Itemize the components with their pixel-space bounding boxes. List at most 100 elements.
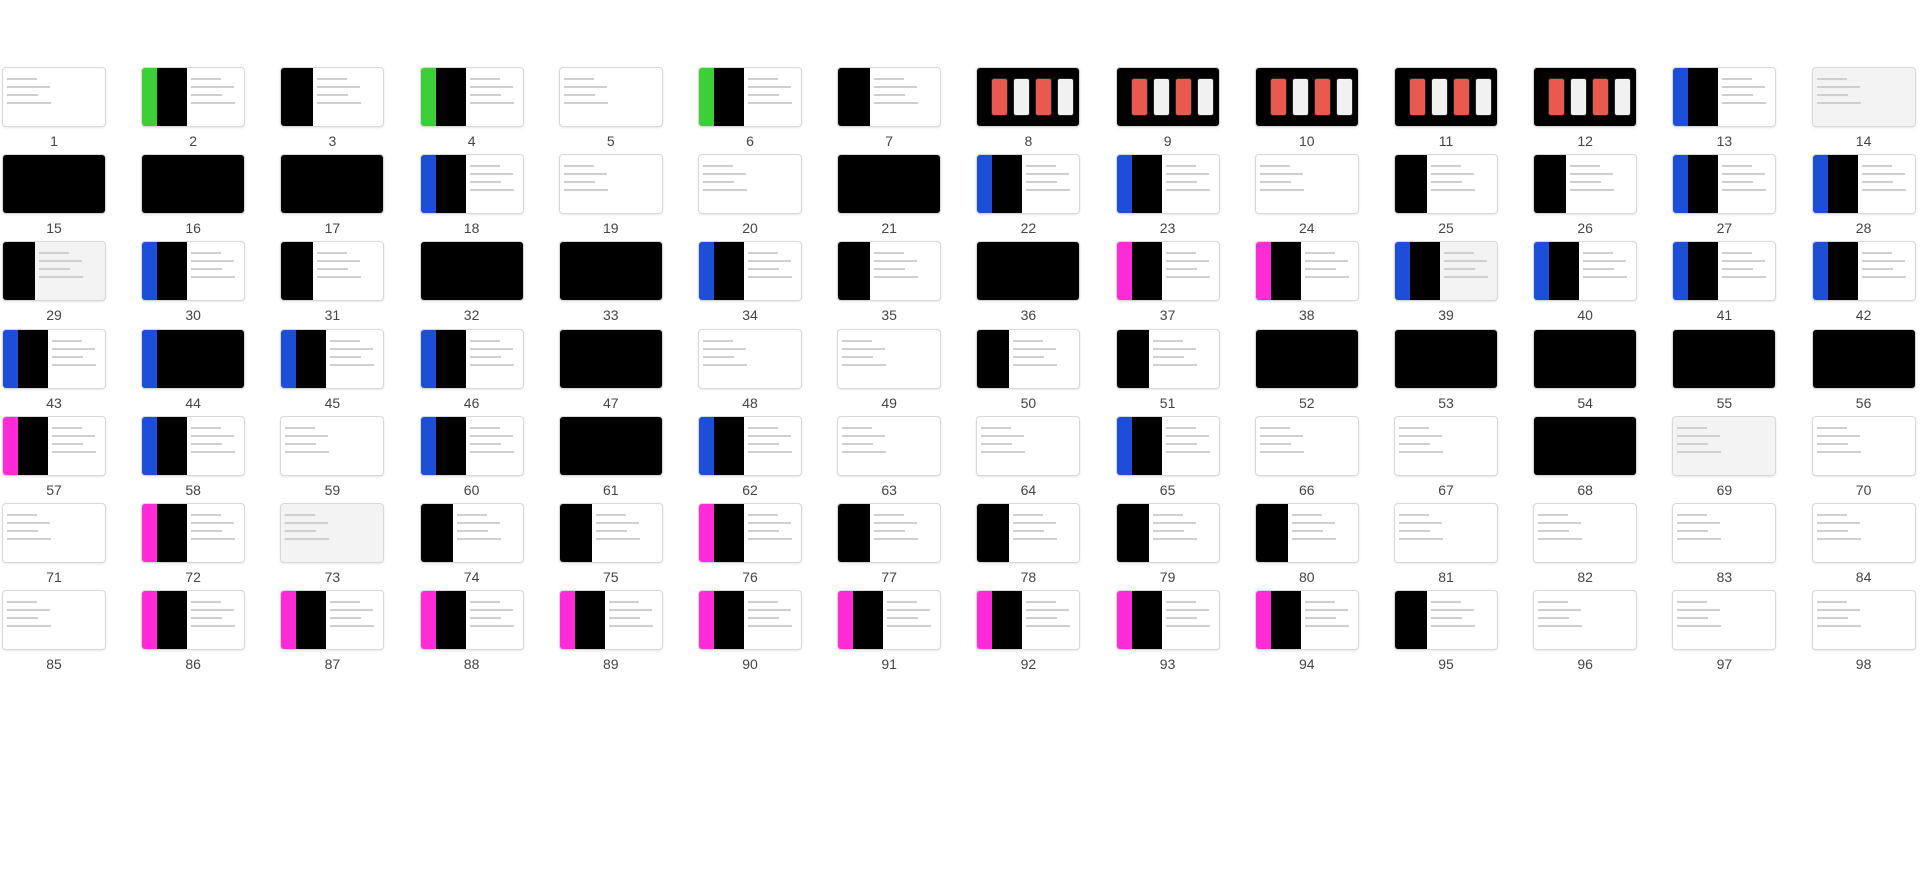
slide-thumbnail[interactable] [1116, 591, 1219, 650]
slide-item[interactable]: 97 [1670, 591, 1778, 681]
slide-thumbnail[interactable] [1116, 329, 1219, 388]
slide-item[interactable]: 56 [1810, 329, 1918, 420]
slide-item[interactable]: 98 [1810, 591, 1918, 681]
slide-thumbnail[interactable] [1255, 416, 1358, 475]
slide-item[interactable]: 27 [1670, 155, 1778, 245]
slide-thumbnail[interactable] [1116, 155, 1219, 214]
slide-item[interactable]: 89 [557, 591, 665, 681]
slide-item[interactable]: 12 [1531, 68, 1639, 158]
slide-thumbnail[interactable] [420, 68, 523, 126]
slide-thumbnail[interactable] [838, 68, 941, 126]
slide-thumbnail[interactable] [1255, 242, 1358, 301]
slide-thumbnail[interactable] [1812, 591, 1915, 650]
slide-thumbnail[interactable] [559, 416, 662, 475]
slide-thumbnail[interactable] [3, 68, 105, 126]
slide-thumbnail[interactable] [1255, 68, 1358, 126]
slide-item[interactable]: 68 [1531, 416, 1639, 507]
slide-item[interactable]: 43 [0, 329, 108, 420]
slide-thumbnail[interactable] [838, 242, 941, 301]
slide-item[interactable]: 93 [1114, 591, 1222, 681]
slide-item[interactable]: 65 [1114, 416, 1222, 507]
slide-item[interactable]: 34 [696, 242, 804, 332]
slide-thumbnail[interactable] [3, 591, 105, 650]
slide-thumbnail[interactable] [977, 504, 1080, 562]
slide-thumbnail[interactable] [1673, 242, 1776, 301]
slide-item[interactable]: 71 [0, 504, 108, 594]
slide-item[interactable]: 55 [1670, 329, 1778, 420]
slide-thumbnail[interactable] [1812, 68, 1915, 126]
slide-thumbnail[interactable] [559, 591, 662, 650]
slide-thumbnail[interactable] [1673, 68, 1776, 126]
slide-item[interactable]: 33 [557, 242, 665, 332]
slide-thumbnail[interactable] [1534, 504, 1637, 562]
slide-thumbnail[interactable] [420, 242, 523, 301]
slide-thumbnail[interactable] [281, 416, 384, 475]
slide-thumbnail[interactable] [977, 242, 1080, 301]
slide-item[interactable]: 62 [696, 416, 804, 507]
slide-thumbnail[interactable] [559, 504, 662, 562]
slide-item[interactable]: 80 [1253, 504, 1361, 594]
slide-item[interactable]: 10 [1253, 68, 1361, 158]
slide-item[interactable]: 86 [139, 591, 247, 681]
slide-thumbnail[interactable] [420, 504, 523, 562]
slide-item[interactable]: 69 [1670, 416, 1778, 507]
slide-item[interactable]: 44 [139, 329, 247, 420]
slide-item[interactable]: 17 [278, 155, 386, 245]
slide-item[interactable]: 39 [1392, 242, 1500, 332]
slide-item[interactable]: 51 [1114, 329, 1222, 420]
slide-item[interactable]: 90 [696, 591, 804, 681]
slide-thumbnail[interactable] [281, 329, 384, 388]
slide-item[interactable]: 42 [1810, 242, 1918, 332]
slide-thumbnail[interactable] [699, 504, 801, 562]
slide-item[interactable]: 73 [278, 504, 386, 594]
slide-thumbnail[interactable] [3, 329, 105, 388]
slide-thumbnail[interactable] [1395, 155, 1497, 214]
slide-item[interactable]: 45 [278, 329, 386, 420]
slide-item[interactable]: 5 [557, 68, 665, 158]
slide-item[interactable]: 37 [1114, 242, 1222, 332]
slide-item[interactable]: 3 [278, 68, 386, 158]
slide-thumbnail[interactable] [420, 155, 523, 214]
slide-item[interactable]: 61 [557, 416, 665, 507]
slide-thumbnail[interactable] [977, 68, 1080, 126]
slide-item[interactable]: 14 [1810, 68, 1918, 158]
slide-item[interactable]: 36 [974, 242, 1082, 332]
slide-item[interactable]: 38 [1253, 242, 1361, 332]
slide-thumbnail[interactable] [977, 329, 1080, 388]
slide-thumbnail[interactable] [1534, 591, 1637, 650]
slide-thumbnail[interactable] [699, 416, 801, 475]
slide-thumbnail[interactable] [1673, 416, 1776, 475]
slide-item[interactable]: 58 [139, 416, 247, 507]
slide-thumbnail[interactable] [838, 504, 941, 562]
slide-item[interactable]: 31 [278, 242, 386, 332]
slide-thumbnail[interactable] [1395, 416, 1497, 475]
slide-item[interactable]: 18 [418, 155, 526, 245]
slide-item[interactable]: 72 [139, 504, 247, 594]
slide-item[interactable]: 35 [835, 242, 943, 332]
slide-thumbnail[interactable] [1534, 68, 1637, 126]
slide-thumbnail[interactable] [142, 329, 245, 388]
slide-item[interactable]: 70 [1810, 416, 1918, 507]
slide-thumbnail[interactable] [1395, 242, 1497, 301]
slide-item[interactable]: 67 [1392, 416, 1500, 507]
slide-thumbnail[interactable] [1255, 329, 1358, 388]
slide-item[interactable]: 64 [974, 416, 1082, 507]
slide-thumbnail[interactable] [281, 591, 384, 650]
slide-item[interactable]: 60 [418, 416, 526, 507]
slide-item[interactable]: 54 [1531, 329, 1639, 420]
slide-item[interactable]: 16 [139, 155, 247, 245]
slide-thumbnail[interactable] [1812, 155, 1915, 214]
slide-item[interactable]: 24 [1253, 155, 1361, 245]
slide-item[interactable]: 29 [0, 242, 108, 332]
slide-thumbnail[interactable] [3, 416, 105, 475]
slide-thumbnail[interactable] [142, 591, 245, 650]
slide-item[interactable]: 8 [974, 68, 1082, 158]
slide-thumbnail[interactable] [559, 68, 662, 126]
slide-thumbnail[interactable] [1395, 329, 1497, 388]
slide-item[interactable]: 25 [1392, 155, 1500, 245]
slide-item[interactable]: 57 [0, 416, 108, 507]
slide-thumbnail[interactable] [420, 416, 523, 475]
slide-thumbnail[interactable] [420, 329, 523, 388]
slide-thumbnail[interactable] [838, 591, 941, 650]
slide-thumbnail[interactable] [977, 155, 1080, 214]
